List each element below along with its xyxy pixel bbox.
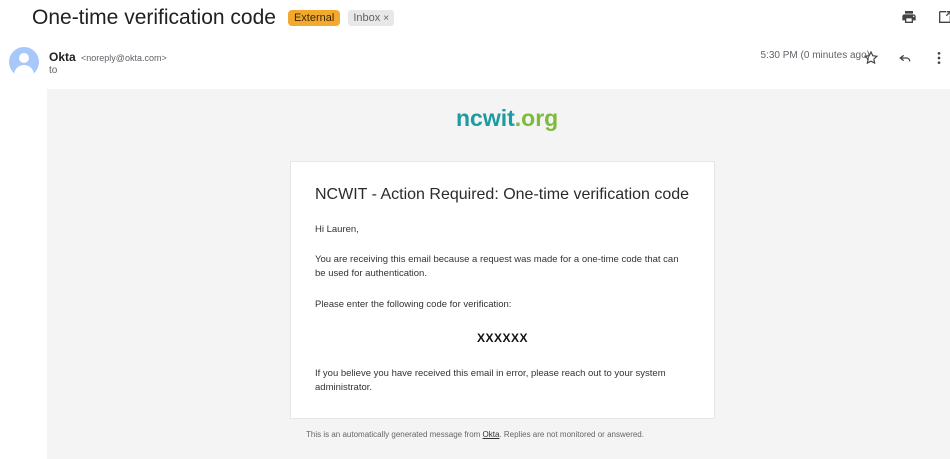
greeting: Hi Lauren, (315, 224, 359, 235)
remove-label-icon[interactable]: × (383, 13, 389, 24)
inbox-label[interactable]: Inbox × (348, 10, 395, 26)
logo-text-primary: ncwit (456, 105, 515, 131)
inbox-label-text: Inbox (353, 12, 381, 24)
avatar-head (19, 53, 29, 63)
okta-link[interactable]: Okta (483, 430, 500, 439)
open-new-window-icon[interactable] (934, 6, 950, 28)
sender-name: Okta (49, 50, 76, 64)
email-subject: One-time verification code (32, 6, 276, 29)
email-card: NCWIT - Action Required: One-time verifi… (290, 161, 715, 419)
footer-text-before: This is an automatically generated messa… (306, 430, 483, 439)
paragraph-instructions: Please enter the following code for veri… (315, 299, 512, 310)
footer-text-after: . Replies are not monitored or answered. (499, 430, 644, 439)
ncwit-logo: ncwit.org (456, 105, 558, 132)
star-icon[interactable] (860, 47, 882, 69)
sender-row: Okta <noreply@okta.com> to 5:30 PM (0 mi… (6, 47, 950, 83)
email-title: NCWIT - Action Required: One-time verifi… (315, 186, 690, 203)
more-vert-icon[interactable] (928, 47, 950, 69)
email-footer: This is an automatically generated messa… (0, 430, 950, 439)
timestamp: 5:30 PM (0 minutes ago) (760, 50, 871, 61)
external-badge: External (287, 10, 341, 26)
avatar[interactable] (9, 47, 39, 77)
verification-code: XXXXXX (476, 331, 529, 345)
print-icon[interactable] (898, 6, 920, 28)
sender-email: <noreply@okta.com> (81, 53, 167, 63)
logo-text-secondary: .org (514, 105, 559, 131)
paragraph-request: You are receiving this email because a r… (315, 254, 679, 279)
recipient-to[interactable]: to (49, 65, 57, 76)
avatar-body (14, 65, 34, 77)
paragraph-error-notice: If you believe you have received this em… (315, 368, 666, 393)
reply-icon[interactable] (894, 47, 916, 69)
subject-row: One-time verification code External Inbo… (32, 6, 395, 30)
message-actions (860, 47, 950, 69)
top-toolbar (898, 6, 950, 28)
sender-name-line[interactable]: Okta <noreply@okta.com> (49, 50, 167, 64)
